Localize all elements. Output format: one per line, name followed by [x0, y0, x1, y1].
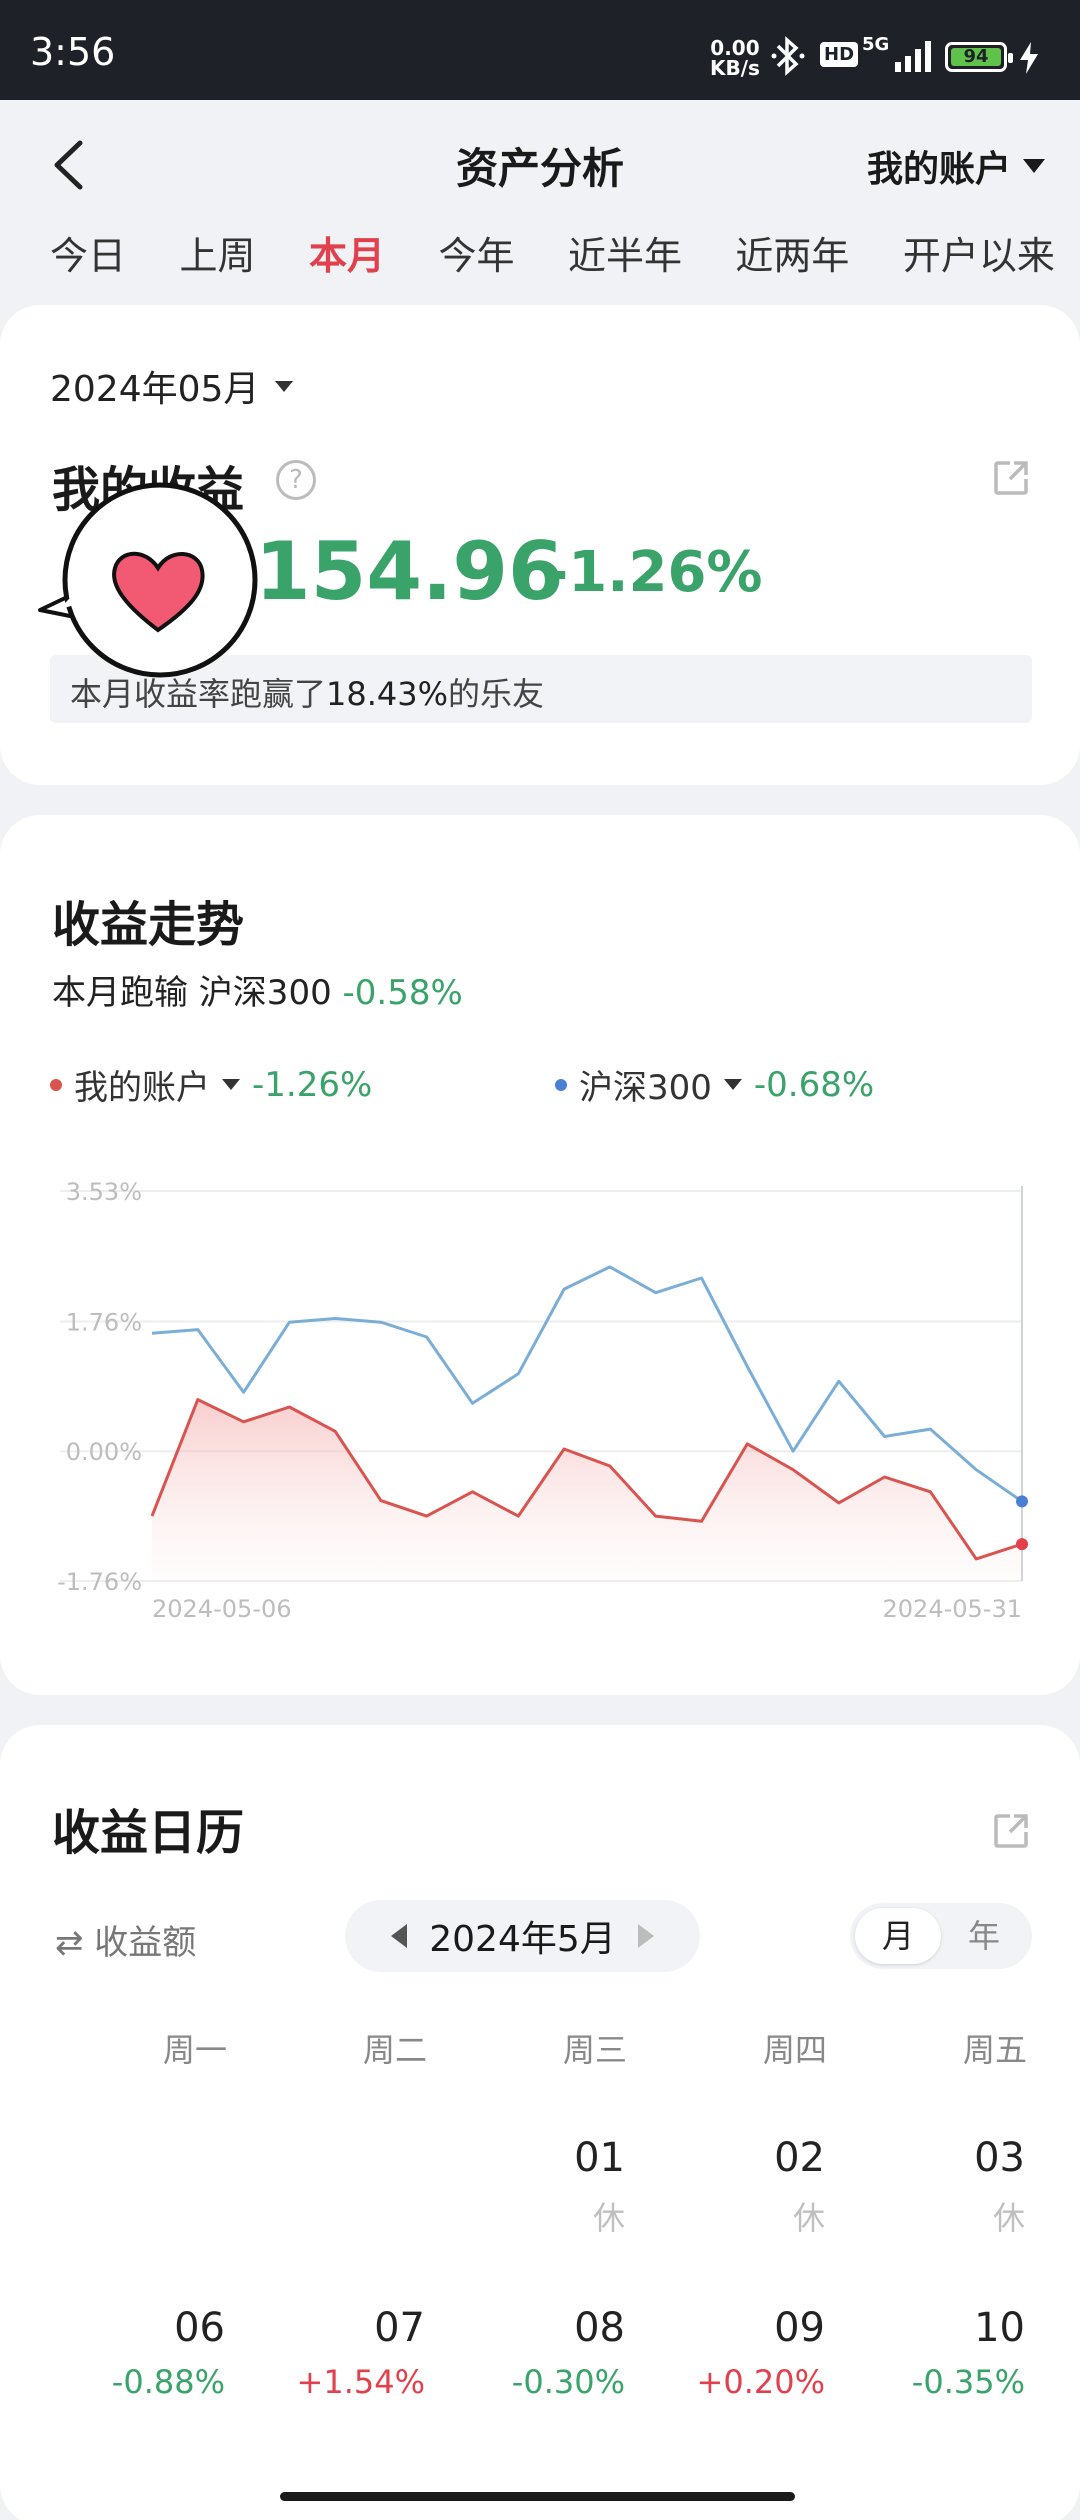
help-icon[interactable]: ? [276, 460, 316, 500]
tab-since-open[interactable]: 开户以来 [903, 225, 1055, 280]
day-value: 休 [992, 2199, 1025, 2237]
calendar-day[interactable]: 06 -0.88% [35, 2305, 225, 2401]
calendar-title: 收益日历 [52, 1805, 245, 1861]
day-value: 休 [592, 2199, 625, 2237]
trend-card: 收益走势 本月跑输 沪深300 -0.58% 我的账户 -1.26% 沪深300… [0, 815, 1080, 1695]
bluetooth-icon [771, 36, 805, 76]
tab-half-year[interactable]: 近半年 [568, 225, 682, 280]
calendar-day[interactable]: 07 +1.54% [235, 2305, 425, 2401]
calendar-day[interactable]: 08 -0.30% [435, 2305, 625, 2401]
earnings-percent: -1.26% [545, 540, 763, 605]
account-selector-label: 我的账户 [866, 149, 1011, 190]
day-value: -0.88% [111, 2363, 225, 2401]
heart-sticker-icon[interactable] [30, 480, 260, 690]
y-tick-label: 1.76% [66, 1308, 142, 1336]
day-value: -0.30% [511, 2363, 625, 2401]
tab-two-years[interactable]: 近两年 [735, 225, 849, 280]
tab-this-month[interactable]: 本月 [309, 225, 385, 280]
day-number: 01 [574, 2135, 625, 2181]
y-tick-label: -1.76% [57, 1568, 142, 1596]
series-area-account [152, 1399, 1022, 1581]
weekday-mon: 周一 [162, 2031, 227, 2069]
end-point-index [1016, 1495, 1028, 1508]
status-time: 3:56 [30, 30, 116, 74]
weekday-thu: 周四 [762, 2031, 827, 2069]
signal-icon [895, 41, 931, 72]
weekday-wed: 周三 [562, 2031, 627, 2069]
day-number: 09 [774, 2305, 825, 2351]
tab-last-week[interactable]: 上周 [179, 225, 255, 280]
net-speed: 0.00 KB/s [710, 38, 760, 78]
day-value: 休 [792, 2199, 825, 2237]
view-month-button[interactable]: 月 [855, 1908, 941, 1964]
day-value: +1.54% [296, 2363, 425, 2401]
next-month-icon[interactable] [637, 1924, 654, 1948]
calendar-day[interactable]: 10 -0.35% [835, 2305, 1025, 2401]
caret-down-icon [1023, 159, 1045, 173]
net-speed-value: 0.00 [710, 36, 760, 60]
x-tick-label-start: 2024-05-06 [152, 1595, 291, 1623]
y-tick-label: 3.53% [66, 1178, 142, 1206]
month-navigator: 2024年5月 [345, 1900, 700, 1972]
caret-down-icon [275, 380, 294, 392]
net-speed-unit: KB/s [710, 56, 760, 80]
calendar-day[interactable]: 03 休 [835, 2135, 1025, 2239]
day-number: 08 [574, 2305, 625, 2351]
day-value: +0.20% [696, 2363, 825, 2401]
charging-icon [1020, 42, 1038, 74]
hd-icon: HD [820, 42, 859, 67]
battery-icon: 94 [945, 42, 1013, 72]
end-point-account [1016, 1538, 1028, 1551]
calendar-month-label: 2024年5月 [429, 1919, 616, 1960]
calendar-day[interactable]: 01 休 [435, 2135, 625, 2239]
day-number: 03 [974, 2135, 1025, 2181]
share-icon[interactable] [990, 1810, 1032, 1852]
x-tick-label-end: 2024-05-31 [883, 1595, 1022, 1623]
beat-value: 18.43% [326, 675, 449, 713]
weekday-tue: 周二 [362, 2031, 427, 2069]
day-value: -0.35% [911, 2363, 1025, 2401]
month-selector[interactable]: 2024年05月 [50, 360, 294, 412]
calendar-day[interactable]: 09 +0.20% [635, 2305, 825, 2401]
account-selector[interactable]: 我的账户 [867, 140, 1045, 192]
day-number: 06 [174, 2305, 225, 2351]
status-bar: 3:56 0.00 KB/s HD 5G 94 [0, 0, 1080, 100]
prev-month-icon[interactable] [391, 1924, 408, 1948]
period-tabs: 今日 上周 本月 今年 近半年 近两年 开户以来 [0, 225, 1080, 280]
beat-suffix: 的乐友 [448, 675, 545, 713]
metric-toggle[interactable]: ⇄ 收益额 [55, 1915, 196, 1964]
trend-chart[interactable]: 3.53% 1.76% 0.00% -1.76% 2024-05-06 2024-05-3… [0, 815, 1080, 1695]
y-tick-label: 0.00% [66, 1438, 142, 1466]
battery-level: 94 [963, 46, 989, 67]
month-selector-label: 2024年05月 [50, 369, 260, 410]
calendar-card: 收益日历 ⇄ 收益额 2024年5月 月 年 周一 周二 周三 周四 周五 01… [0, 1725, 1080, 2520]
view-year-button[interactable]: 年 [941, 1908, 1027, 1964]
day-number: 07 [374, 2305, 425, 2351]
share-icon[interactable] [990, 457, 1032, 499]
view-toggle: 月 年 [850, 1903, 1032, 1969]
calendar-day[interactable]: 02 休 [635, 2135, 825, 2239]
earnings-amount: 154.96 [255, 525, 564, 618]
day-number: 10 [974, 2305, 1025, 2351]
home-indicator[interactable] [280, 2492, 795, 2501]
tab-today[interactable]: 今日 [50, 225, 126, 280]
day-number: 02 [774, 2135, 825, 2181]
top-bar: 资产分析 我的账户 今日 上周 本月 今年 近半年 近两年 开户以来 [0, 100, 1080, 300]
tab-this-year[interactable]: 今年 [438, 225, 514, 280]
weekday-fri: 周五 [962, 2031, 1027, 2069]
